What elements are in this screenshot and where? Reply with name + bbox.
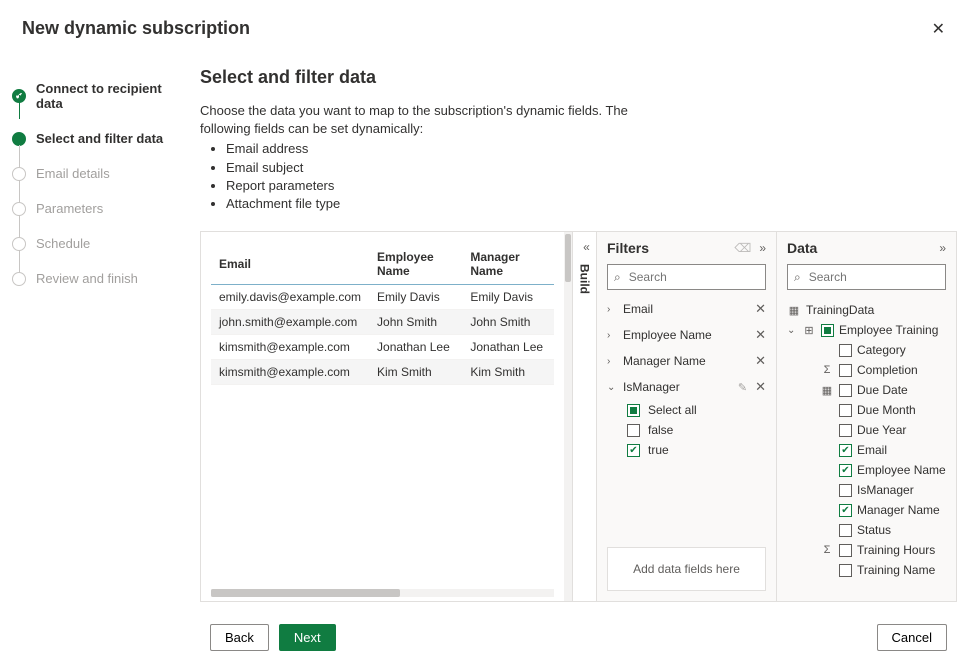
field-checkbox[interactable] [839, 544, 852, 557]
field-checkbox[interactable] [839, 464, 852, 477]
data-search[interactable]: ⌕ [787, 264, 946, 290]
eraser-icon[interactable]: ⌫ [734, 241, 751, 255]
data-title: Data [787, 240, 817, 256]
checkbox[interactable] [627, 444, 640, 457]
table-row[interactable]: kimsmith@example.comKim SmithKim Smith [211, 360, 554, 385]
field-item[interactable]: Category [787, 340, 946, 360]
checkbox[interactable] [627, 404, 640, 417]
field-item[interactable]: Training Name [787, 560, 946, 580]
table-row[interactable]: emily.davis@example.comEmily DavisEmily … [211, 285, 554, 310]
filter-item[interactable]: ›Manager Name✕ [597, 348, 776, 374]
field-checkbox[interactable] [839, 524, 852, 537]
col-email[interactable]: Email [211, 244, 369, 285]
expand-right-icon[interactable]: » [939, 241, 946, 255]
chevron-right-icon[interactable]: › [607, 356, 617, 367]
search-icon: ⌕ [794, 270, 801, 285]
build-tab[interactable]: « Build [572, 232, 596, 601]
remove-icon[interactable]: ✕ [755, 301, 766, 317]
table-icon: ⊞ [802, 324, 816, 337]
filters-search-input[interactable] [627, 269, 786, 285]
field-checkbox[interactable] [839, 404, 852, 417]
dialog-title: New dynamic subscription [22, 18, 250, 39]
dot-icon [12, 237, 26, 251]
field-item[interactable]: Employee Name [787, 460, 946, 480]
field-item[interactable]: Manager Name [787, 500, 946, 520]
horizontal-scrollbar[interactable] [211, 589, 554, 597]
field-checkbox[interactable] [839, 384, 852, 397]
dot-icon [12, 272, 26, 286]
data-preview-table: Email Employee Name Manager Name emily.d… [201, 232, 564, 601]
expand-right-icon[interactable]: » [759, 241, 766, 255]
field-checkbox[interactable] [839, 484, 852, 497]
wizard-steps: ✔ Connect to recipient data Select and f… [10, 57, 190, 602]
field-item[interactable]: Email [787, 440, 946, 460]
field-item[interactable]: IsManager [787, 480, 946, 500]
filter-item[interactable]: ›Email✕ [597, 296, 776, 322]
field-item[interactable]: ▦Due Date [787, 380, 946, 400]
filter-option[interactable]: false [597, 420, 776, 440]
remove-icon[interactable]: ✕ [755, 353, 766, 369]
field-checkbox[interactable] [839, 564, 852, 577]
vertical-scrollbar[interactable] [564, 232, 572, 601]
step-email[interactable]: Email details [12, 156, 190, 191]
field-item[interactable]: ΣTraining Hours [787, 540, 946, 560]
field-item[interactable]: Due Year [787, 420, 946, 440]
step-schedule[interactable]: Schedule [12, 226, 190, 261]
remove-icon[interactable]: ✕ [755, 379, 766, 395]
filters-dropzone[interactable]: Add data fields here [607, 547, 766, 591]
edit-icon[interactable]: ✎ [738, 381, 747, 394]
calendar-icon: ▦ [820, 384, 834, 397]
filters-search[interactable]: ⌕ [607, 264, 766, 290]
table-row[interactable]: kimsmith@example.comJonathan LeeJonathan… [211, 335, 554, 360]
col-manager-name[interactable]: Manager Name [462, 244, 554, 285]
dot-icon [12, 202, 26, 216]
dot-icon [12, 132, 26, 146]
field-checkbox[interactable] [839, 444, 852, 457]
field-checkbox[interactable] [839, 364, 852, 377]
step-select[interactable]: Select and filter data [12, 121, 190, 156]
next-button[interactable]: Next [279, 624, 336, 651]
data-search-input[interactable] [807, 269, 966, 285]
step-parameters[interactable]: Parameters [12, 191, 190, 226]
col-employee-name[interactable]: Employee Name [369, 244, 462, 285]
data-panel: Data » ⌕ ▦ TrainingData ⌄ ⊞ [776, 232, 956, 601]
chevron-down-icon[interactable]: ⌄ [787, 325, 797, 336]
step-connect[interactable]: ✔ Connect to recipient data [12, 71, 190, 121]
sigma-icon: Σ [820, 544, 834, 556]
field-checkbox[interactable] [839, 424, 852, 437]
collapse-left-icon[interactable]: « [583, 240, 586, 254]
filter-item[interactable]: ⌄IsManager✎✕ [597, 374, 776, 400]
filters-title: Filters [607, 240, 649, 256]
page-title: Select and filter data [200, 67, 957, 88]
field-item[interactable]: ΣCompletion [787, 360, 946, 380]
dataset-icon: ▦ [787, 304, 801, 317]
dataset-node[interactable]: ▦ TrainingData [787, 300, 946, 320]
step-review[interactable]: Review and finish [12, 261, 190, 296]
chevron-right-icon[interactable]: › [607, 304, 617, 315]
dot-icon [12, 167, 26, 181]
filter-option[interactable]: Select all [597, 400, 776, 420]
field-checkbox[interactable] [839, 344, 852, 357]
field-item[interactable]: Due Month [787, 400, 946, 420]
filter-item[interactable]: ›Employee Name✕ [597, 322, 776, 348]
table-checkbox[interactable] [821, 324, 834, 337]
field-checkbox[interactable] [839, 504, 852, 517]
back-button[interactable]: Back [210, 624, 269, 651]
checkbox[interactable] [627, 424, 640, 437]
search-icon: ⌕ [614, 270, 621, 285]
sigma-icon: Σ [820, 364, 834, 376]
filter-option[interactable]: true [597, 440, 776, 460]
cancel-button[interactable]: Cancel [877, 624, 947, 651]
table-row[interactable]: john.smith@example.comJohn SmithJohn Smi… [211, 310, 554, 335]
field-item[interactable]: Status [787, 520, 946, 540]
chevron-down-icon[interactable]: ⌄ [607, 382, 617, 393]
filters-panel: Filters ⌫ » ⌕ ›Email✕›Employee Name✕›Man… [596, 232, 776, 601]
table-node[interactable]: ⌄ ⊞ Employee Training [787, 320, 946, 340]
remove-icon[interactable]: ✕ [755, 327, 766, 343]
chevron-right-icon[interactable]: › [607, 330, 617, 341]
page-description: Choose the data you want to map to the s… [200, 102, 640, 213]
close-icon[interactable]: ✕ [932, 19, 945, 39]
